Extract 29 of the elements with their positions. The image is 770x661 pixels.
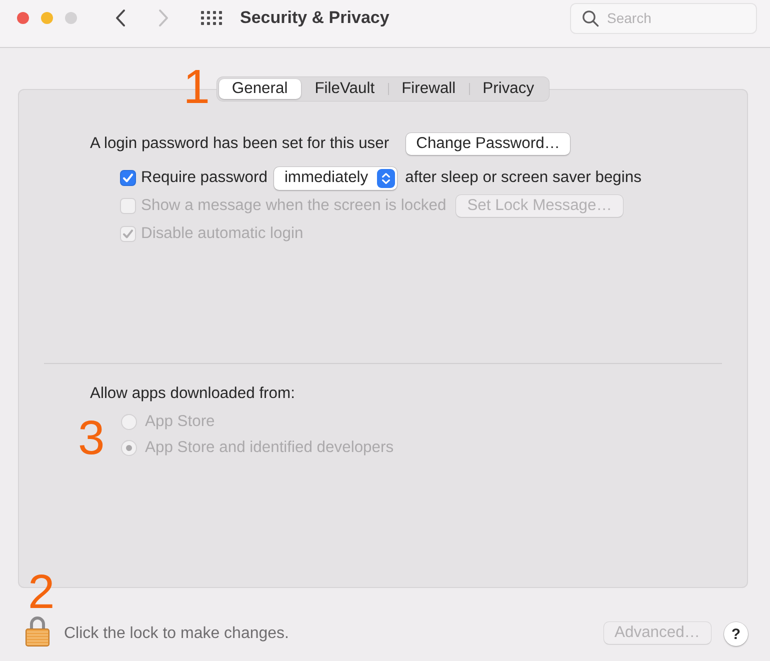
checkbox-label: Disable automatic login <box>141 225 304 243</box>
padlock-icon[interactable] <box>24 614 51 647</box>
minimize-button[interactable] <box>41 12 53 24</box>
radio-label: App Store <box>145 413 215 431</box>
window-title: Security & Privacy <box>240 8 390 28</box>
close-button[interactable] <box>17 12 29 24</box>
change-password-button[interactable]: Change Password… <box>406 133 570 155</box>
tab[interactable]: Firewall <box>388 79 469 99</box>
tab[interactable]: General <box>218 79 301 99</box>
tab[interactable]: FileVault <box>302 79 388 99</box>
checkbox-label: Show a message when the screen is locked <box>141 197 446 215</box>
chevron-left-icon[interactable] <box>115 9 126 27</box>
annotation-number: 1 <box>183 64 210 112</box>
help-button[interactable]: ? <box>724 622 748 646</box>
checkbox[interactable] <box>120 170 136 186</box>
suffix-label: after sleep or screen saver begins <box>405 169 642 187</box>
search-icon <box>582 10 599 26</box>
annotation-number: 3 <box>78 415 105 463</box>
lock-hint-text: Click the lock to make changes. <box>64 625 289 643</box>
tab[interactable]: Privacy <box>470 79 548 99</box>
stepper-icon <box>377 168 396 188</box>
grid-icon[interactable] <box>201 11 222 25</box>
popup-button[interactable]: immediately <box>274 166 398 190</box>
login-status-text: A login password has been set for this user <box>90 135 390 153</box>
radio-label: App Store and identified developers <box>145 439 394 457</box>
checkbox-label: Require password <box>141 169 268 187</box>
annotation-number: 2 <box>28 569 55 617</box>
search-field[interactable]: Search <box>570 2 757 34</box>
section-heading: Allow apps downloaded from: <box>90 385 295 403</box>
